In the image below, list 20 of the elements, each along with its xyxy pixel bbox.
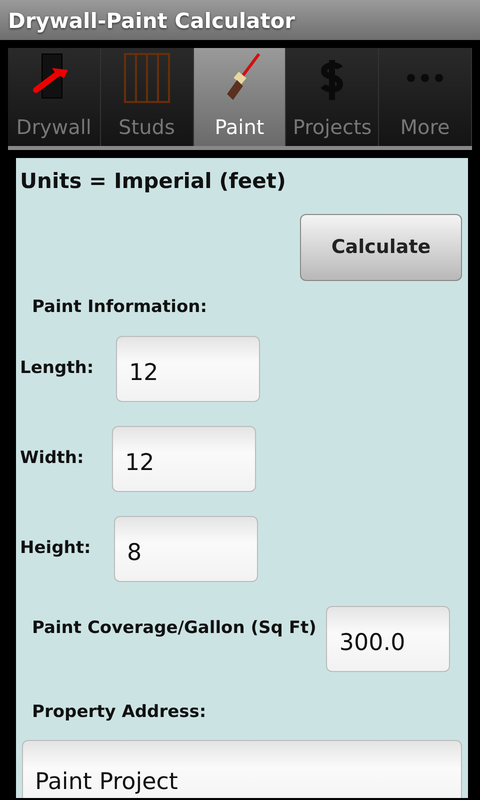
calculate-button[interactable]: Calculate xyxy=(300,214,462,280)
input-field[interactable]: 300.0 xyxy=(326,606,450,672)
field-label: Width: xyxy=(20,447,85,470)
tab[interactable]: Paint xyxy=(194,48,286,146)
section-heading: Paint Information: xyxy=(32,296,208,318)
window-title: Drywall-Paint Calculator xyxy=(0,0,480,40)
input-field[interactable]: 8 xyxy=(114,516,258,582)
tab[interactable]: More xyxy=(379,48,472,146)
tab[interactable]: Drywall xyxy=(8,48,101,146)
field-label: Length: xyxy=(20,357,95,380)
field-label: Property Address: xyxy=(32,701,208,724)
more-icon xyxy=(405,72,446,84)
tab[interactable]: Projects xyxy=(286,48,380,146)
field-label: Height: xyxy=(20,537,92,560)
field-label: Paint Coverage/Gallon (Sq Ft) xyxy=(32,617,316,640)
tab[interactable]: Studs xyxy=(100,48,194,146)
units-label: Units = Imperial (feet) xyxy=(20,168,288,195)
input-field[interactable]: Paint Project xyxy=(22,740,462,798)
input-field[interactable]: 12 xyxy=(112,426,256,492)
input-field[interactable]: 12 xyxy=(116,336,260,402)
